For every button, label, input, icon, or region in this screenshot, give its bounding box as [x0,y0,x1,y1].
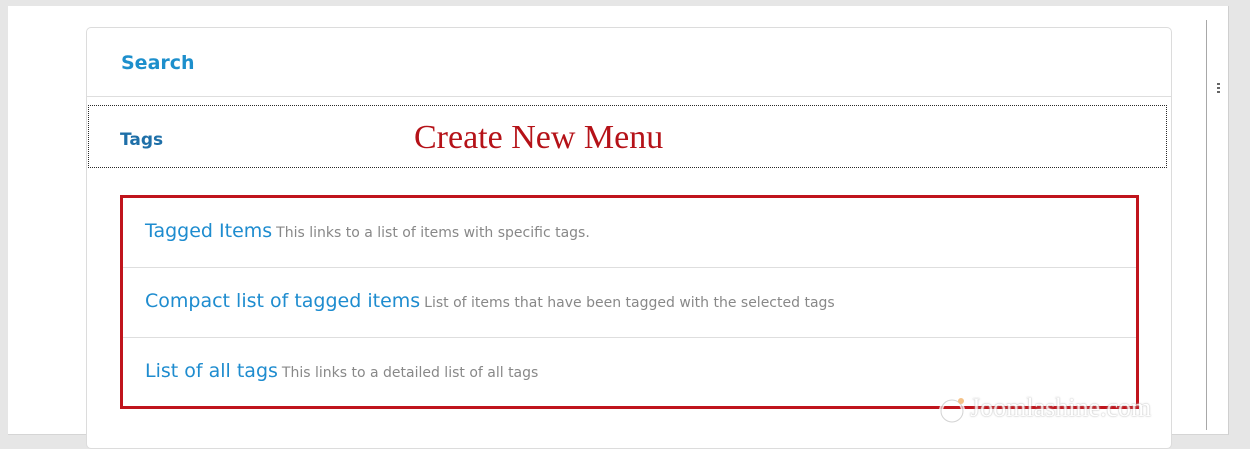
window-divider [1206,20,1207,430]
menu-item-title[interactable]: List of all tags [145,360,278,382]
menu-item-title[interactable]: Compact list of tagged items [145,290,420,312]
tags-menu-item-list: Tagged Items This links to a list of item… [120,195,1139,409]
menu-item-description: This links to a list of items with speci… [276,225,590,241]
menu-item-tagged-items[interactable]: Tagged Items This links to a list of item… [123,198,1136,268]
resize-grip-icon[interactable] [1217,83,1223,99]
menu-item-description: This links to a detailed list of all tag… [281,365,539,381]
watermark: Joomlashine.com [938,391,1198,431]
menu-item-compact-list[interactable]: Compact list of tagged items List of item… [123,268,1136,338]
tags-section-heading: Tags [120,130,164,150]
search-section-heading[interactable]: Search [121,52,195,74]
joomlashine-logo-icon [939,398,965,424]
menu-item-title[interactable]: Tagged Items [145,220,272,242]
section-divider [87,96,1171,97]
annotation-label: Create New Menu [414,119,664,156]
menu-item-description: List of items that have been tagged with… [424,295,835,311]
watermark-text: Joomlashine.com [970,393,1152,422]
